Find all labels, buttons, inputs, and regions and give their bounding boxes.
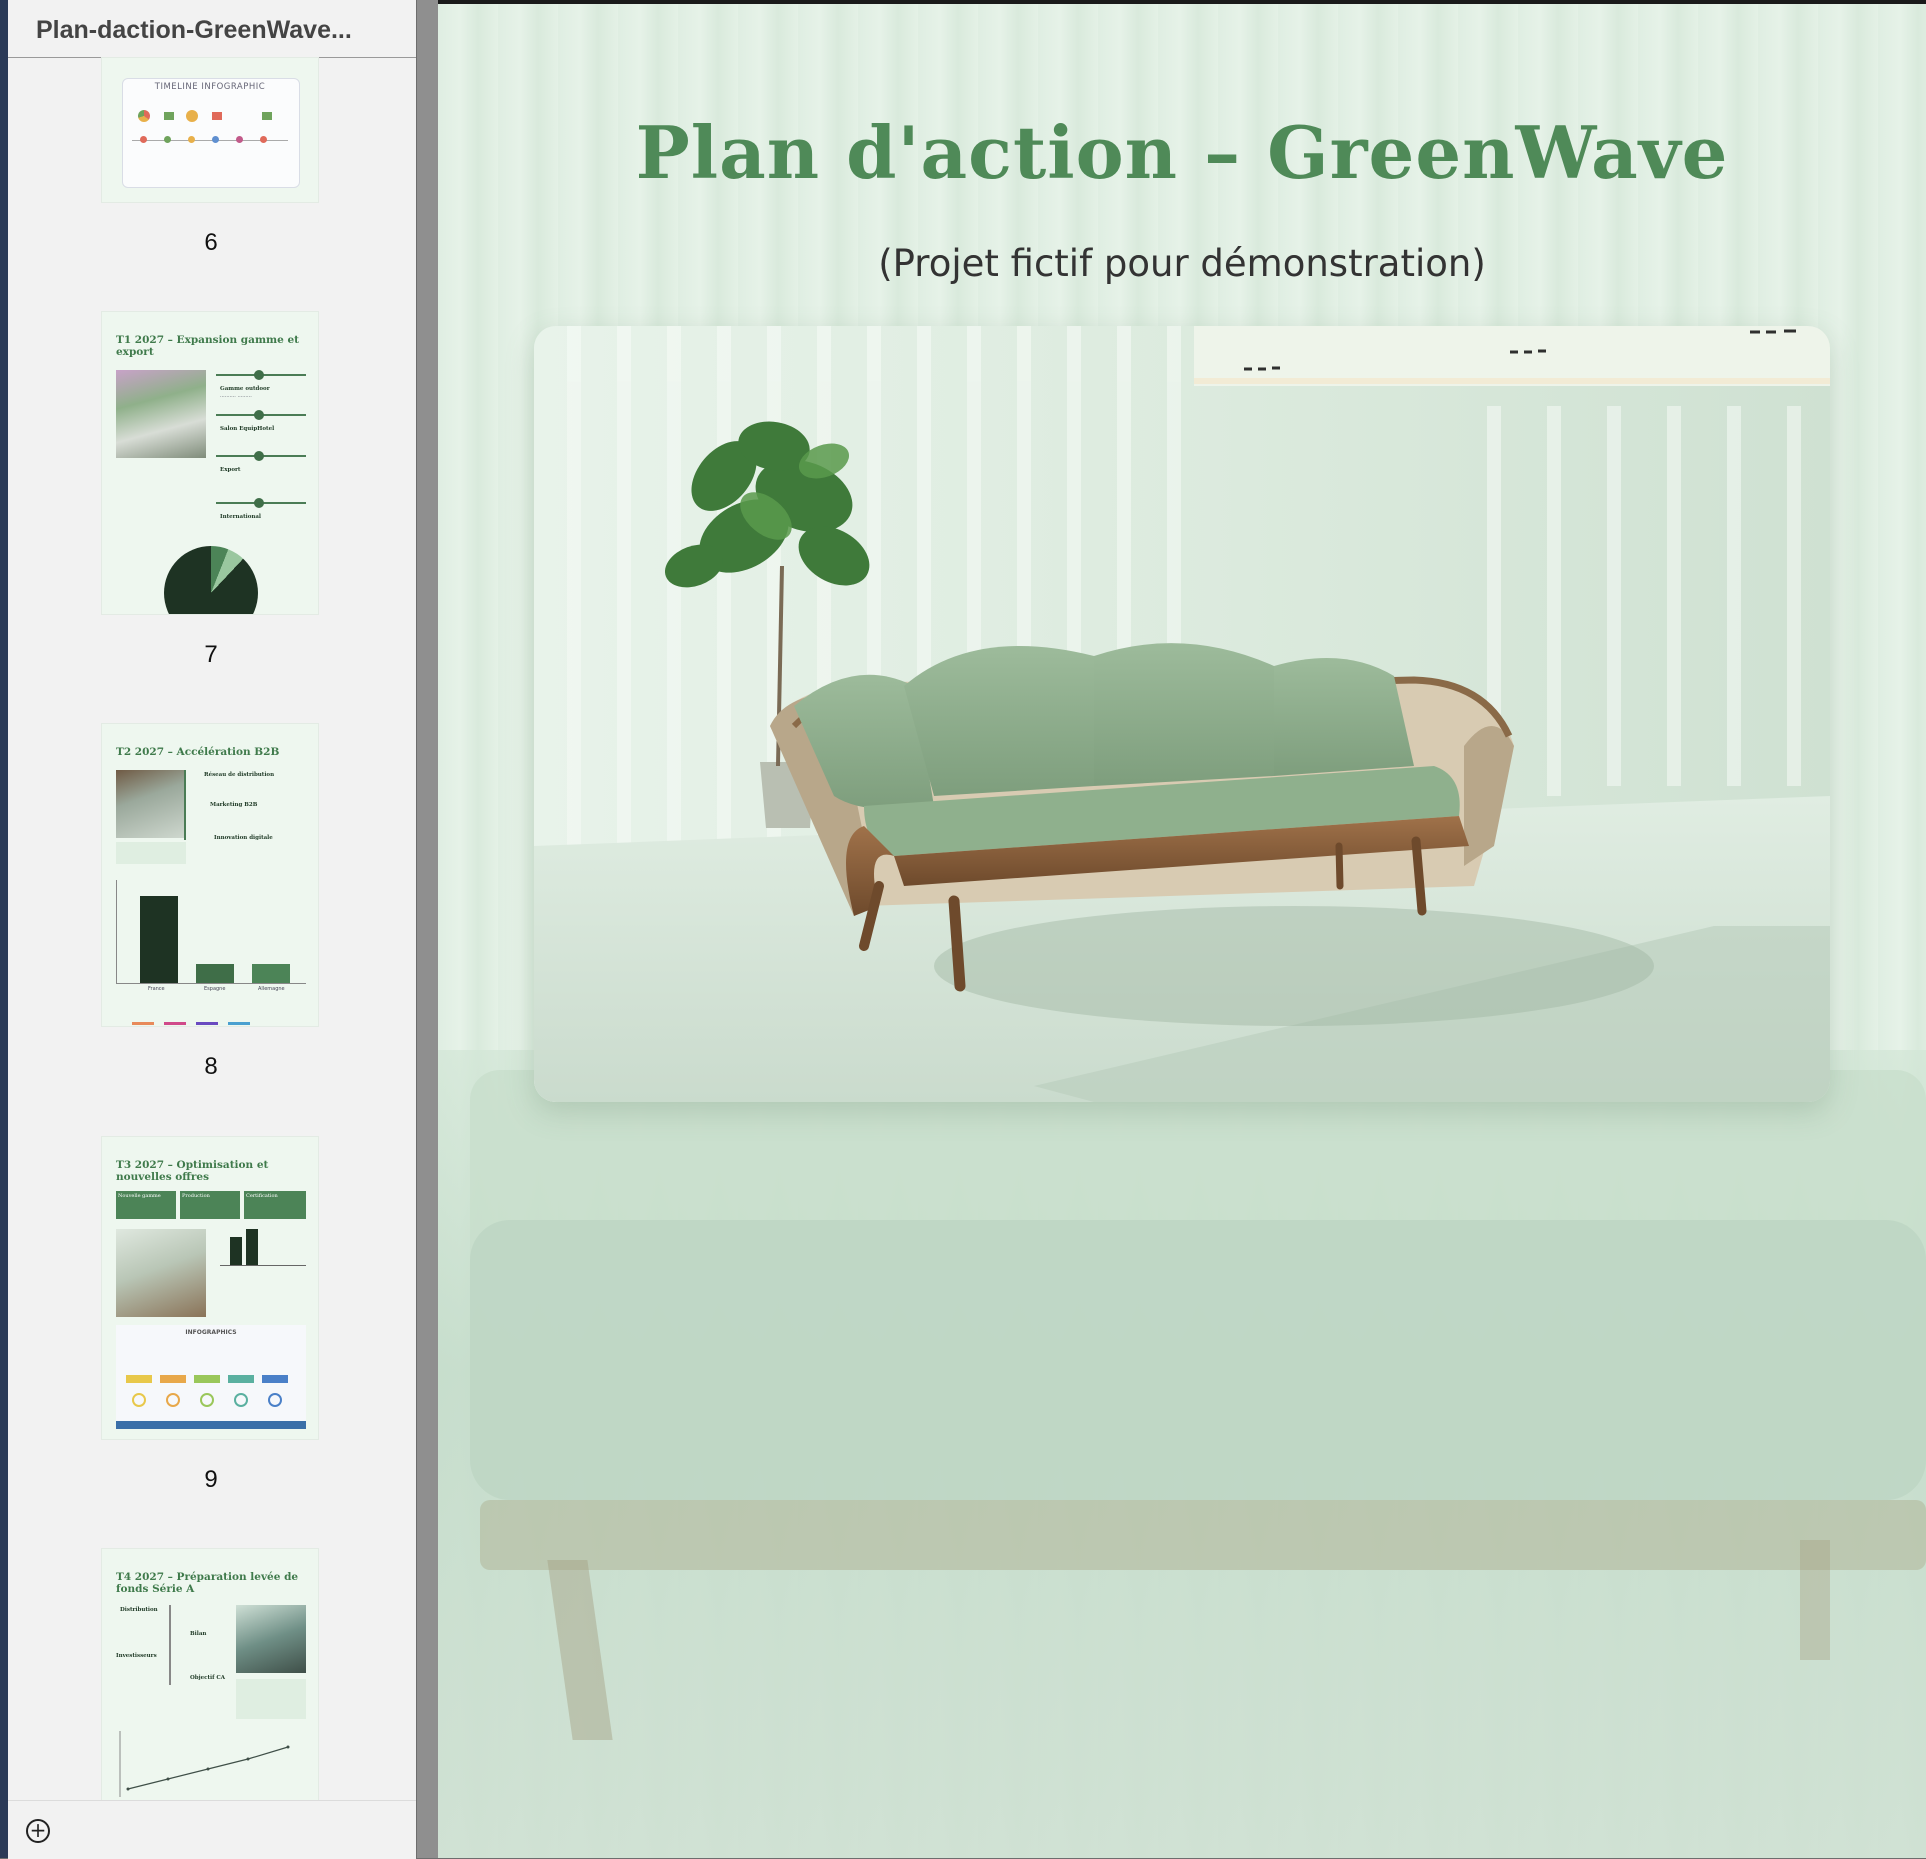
thumb-item: Investisseurs: [116, 1653, 157, 1659]
timeline-line: [169, 1605, 171, 1685]
thumb-photo: [116, 370, 206, 458]
thumb-item: International: [220, 514, 262, 520]
bar: [230, 1237, 242, 1265]
timeline-dot: [164, 136, 171, 143]
bar: [196, 964, 234, 983]
thumb-title: T3 2027 – Optimisation et nouvelles offr…: [116, 1159, 269, 1183]
bar: [140, 896, 178, 983]
document-icon: [234, 1393, 248, 1407]
thumb-note: [116, 842, 186, 864]
page-thumbnail-10[interactable]: T4 2027 – Préparation levée de fonds Sér…: [102, 1549, 318, 1800]
background-sofa-frame: [480, 1500, 1926, 1570]
page-number: 6: [204, 229, 218, 256]
thumb-item: Bilan: [190, 1631, 207, 1637]
line-icon: [212, 112, 222, 120]
thumb-item: Réseau de distribution: [204, 772, 275, 778]
pie-chart: [164, 546, 258, 614]
timeline-marker: [254, 370, 264, 380]
step-marker: [228, 1375, 254, 1383]
bar-label: Espagne: [204, 986, 226, 992]
legend-bar: [164, 1022, 186, 1025]
timeline-dot: [212, 136, 219, 143]
page-number: 8: [204, 1053, 218, 1080]
bar-icon: [262, 112, 272, 120]
slide-title: Plan d'action – GreenWave: [635, 110, 1729, 195]
timeline-marker: [254, 410, 264, 420]
thumb-item: Objectif CA: [190, 1675, 226, 1681]
chart-icon: [186, 110, 198, 122]
document-title: Plan-daction-GreenWave...: [36, 16, 352, 44]
page-thumbnail-6[interactable]: TIMELINE INFOGRAPHIC: [102, 58, 318, 202]
chart-axis: [220, 1265, 306, 1266]
timeline-dot: [236, 136, 243, 143]
page-thumbnail-9[interactable]: T3 2027 – Optimisation et nouvelles offr…: [102, 1137, 318, 1439]
thumb-photo: [116, 770, 186, 838]
bar: [252, 964, 290, 983]
legend-bar: [196, 1022, 218, 1025]
infographic-title: INFOGRAPHICS: [185, 1329, 237, 1336]
chart-icon: [200, 1393, 214, 1407]
timeline-dot: [260, 136, 267, 143]
bar: [246, 1229, 258, 1265]
lightbulb-icon: [132, 1393, 146, 1407]
target-icon: [268, 1393, 282, 1407]
chart-axis: [116, 983, 306, 984]
plus-circle-icon[interactable]: +: [26, 1819, 50, 1843]
timeline-dot: [140, 136, 147, 143]
thumb-title: T4 2027 – Préparation levée de fonds Sér…: [116, 1571, 299, 1595]
step-marker: [194, 1375, 220, 1383]
thumb-box: Nouvelle gamme: [116, 1191, 176, 1219]
bar-label: Allemagne: [258, 986, 285, 992]
thumb-title: T1 2027 – Expansion gamme et export: [116, 334, 300, 358]
green-sofa-photo: [534, 326, 1830, 1102]
step-marker: [126, 1375, 152, 1383]
thumb-title: T2 2027 – Accélération B2B: [116, 746, 280, 758]
thumb-title: TIMELINE INFOGRAPHIC: [154, 82, 266, 92]
background-sofa-leg: [1800, 1540, 1830, 1660]
slide-subtitle: (Projet fictif pour démonstration): [878, 242, 1486, 285]
thumb-item: Marketing B2B: [210, 802, 258, 808]
thumb-item: Innovation digitale: [214, 835, 273, 841]
timeline-line: [184, 770, 186, 840]
hero-image: [534, 326, 1830, 1102]
thumb-box: Production: [180, 1191, 240, 1219]
timeline-dot: [188, 136, 195, 143]
page-number: 9: [204, 1466, 218, 1493]
thumb-item: Distribution: [120, 1607, 158, 1613]
line-chart: [119, 1731, 290, 1797]
step-marker: [160, 1375, 186, 1383]
page-number: 7: [204, 641, 218, 668]
step-marker: [262, 1375, 288, 1383]
viewer-gutter: [417, 0, 438, 1858]
thumb-item: Salon EquipHotel: [220, 426, 275, 432]
bar-label: France: [148, 986, 165, 992]
thumb-item: Gamme outdoor: [220, 386, 270, 392]
window-edge: [0, 0, 8, 1858]
thumb-box: Certification: [244, 1191, 306, 1219]
background-sofa-seat: [470, 1220, 1926, 1500]
pie-icon: [138, 110, 150, 122]
thumb-photo: [236, 1605, 306, 1673]
thumb-photo: [116, 1229, 206, 1317]
thumb-note: [236, 1679, 306, 1719]
bar-icon: [164, 112, 174, 120]
legend-bar: [228, 1022, 250, 1025]
search-icon: [166, 1393, 180, 1407]
chart-axis: [116, 880, 117, 984]
page-thumbnail-7[interactable]: T1 2027 – Expansion gamme et export Gamm…: [102, 312, 318, 614]
page-thumbnail-8[interactable]: T2 2027 – Accélération B2B Réseau de dis…: [102, 724, 318, 1026]
timeline-marker: [254, 451, 264, 461]
sidebar-footer: [8, 1800, 416, 1859]
timeline-marker: [254, 498, 264, 508]
thumb-item: Export: [220, 467, 241, 473]
thumb-text: ·········· ·········: [220, 394, 252, 400]
legend-bar: [132, 1022, 154, 1025]
timeline-frame: [122, 78, 300, 188]
footer-band: [116, 1421, 306, 1429]
